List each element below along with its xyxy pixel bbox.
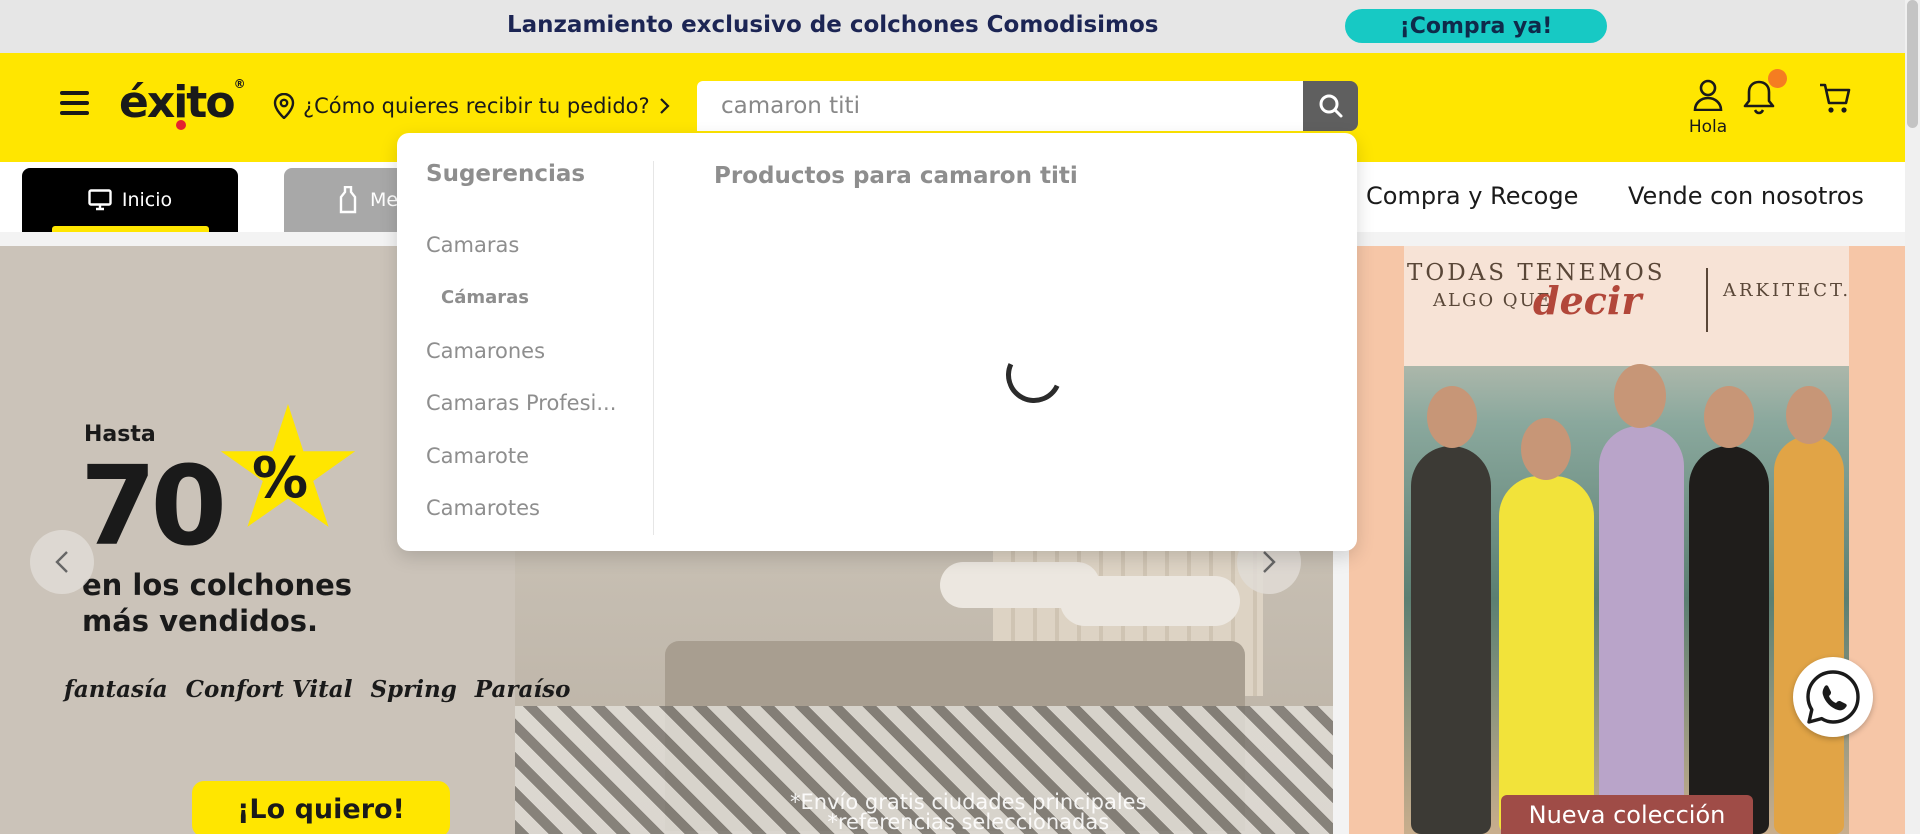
dropdown-divider (653, 161, 654, 535)
suggestion-item[interactable]: Camarones (426, 339, 545, 363)
account-label: Hola (1688, 117, 1728, 137)
delivery-selector[interactable]: ¿Cómo quieres recibir tu pedido? (273, 93, 670, 119)
account-button[interactable]: Hola (1683, 79, 1733, 137)
brand-fantasia: fantasía (64, 676, 168, 703)
search-input[interactable] (721, 81, 1281, 131)
model-figure (1774, 436, 1844, 834)
page: Lanzamiento exclusivo de colchones Comod… (0, 0, 1920, 834)
suggestion-item[interactable]: Camarote (426, 444, 529, 468)
nav-link-compra-recoge[interactable]: Compra y Recoge (1366, 182, 1578, 210)
promo-bar: Lanzamiento exclusivo de colchones Comod… (0, 0, 1905, 53)
model-figure (1599, 426, 1684, 834)
side-banner[interactable]: TODAS TENEMOS ALGO QUE decir ARKITECT. N… (1349, 246, 1905, 834)
search-icon (1319, 94, 1342, 118)
banner-percent: % (252, 446, 309, 511)
delivery-prompt: ¿Cómo quieres recibir tu pedido? (303, 94, 650, 118)
suggestion-item[interactable]: Camaras Profesi... (426, 391, 616, 415)
model-head (1704, 386, 1754, 448)
side-banner-accent: decir (1533, 278, 1642, 323)
model-head (1786, 386, 1832, 444)
loading-spinner-icon (998, 339, 1070, 411)
chevron-right-icon (1263, 551, 1276, 573)
brand-confort-vital: Confort Vital (185, 676, 353, 703)
carousel-prev-button[interactable] (30, 530, 94, 594)
side-banner-label: Nueva colección (1501, 795, 1753, 834)
logo-registered: ® (233, 77, 246, 91)
model-figure (1689, 446, 1769, 834)
bottle-icon (339, 186, 357, 214)
location-pin-icon (273, 93, 295, 119)
logo-text: éxito (119, 77, 236, 128)
search-box (697, 81, 1303, 131)
tab-inicio-label: Inicio (121, 189, 173, 211)
promo-text: Lanzamiento exclusivo de colchones Comod… (507, 12, 1159, 38)
model-head (1521, 418, 1571, 480)
menu-icon[interactable] (60, 91, 89, 115)
whatsapp-icon (1806, 670, 1860, 724)
brand-spring: Spring (370, 676, 457, 703)
notification-badge (1768, 69, 1787, 88)
cart-icon[interactable] (1818, 81, 1852, 115)
banner-line-2: más vendidos. (82, 604, 319, 638)
brand-logos: fantasía Confort Vital Spring Paraíso (64, 676, 570, 703)
suggestion-item[interactable]: Camaras (426, 233, 519, 257)
search-suggestions-dropdown: Sugerencias Camaras Cámaras Camarones Ca… (397, 133, 1357, 551)
logo[interactable]: éxito® (119, 77, 246, 130)
user-icon (1693, 79, 1723, 112)
side-banner-divider (1706, 268, 1708, 332)
nav-link-vende[interactable]: Vende con nosotros (1628, 182, 1864, 210)
products-title: Productos para camaron titi (714, 163, 1078, 189)
model-figure (1411, 446, 1491, 834)
pillow (1060, 576, 1240, 626)
tab-inicio[interactable]: Inicio (22, 168, 238, 232)
banner-line-1: en los colchones (82, 568, 353, 602)
model-head (1614, 364, 1666, 428)
side-banner-brand: ARKITECT. (1723, 280, 1852, 301)
model-head (1427, 386, 1477, 448)
whatsapp-button[interactable] (1793, 657, 1873, 737)
suggestion-item[interactable]: Camarotes (426, 496, 540, 520)
banner-cta-button[interactable]: ¡Lo quiero! (192, 781, 450, 834)
chevron-right-icon (659, 98, 670, 114)
banner-discount: 70 (80, 442, 227, 570)
shipping-note-line-2: *referencias seleccionadas (827, 810, 1110, 834)
chevron-left-icon (55, 551, 68, 573)
search-button[interactable] (1303, 81, 1358, 131)
scrollbar-thumb[interactable] (1907, 0, 1918, 128)
model-figure (1499, 476, 1594, 834)
shipping-note: *Envío gratis ciudades principales *refe… (790, 790, 1147, 834)
suggestions-title: Sugerencias (426, 161, 586, 187)
suggestion-subitem[interactable]: Cámaras (441, 287, 529, 308)
promo-cta-button[interactable]: ¡Compra ya! (1345, 9, 1607, 43)
monitor-icon (88, 189, 112, 211)
shipping-note-line-1: *Envío gratis ciudades principales (790, 790, 1147, 814)
brand-paraiso: Paraíso (474, 676, 571, 703)
tab-mercado-label: Me (370, 189, 399, 211)
logo-dot (176, 120, 186, 130)
